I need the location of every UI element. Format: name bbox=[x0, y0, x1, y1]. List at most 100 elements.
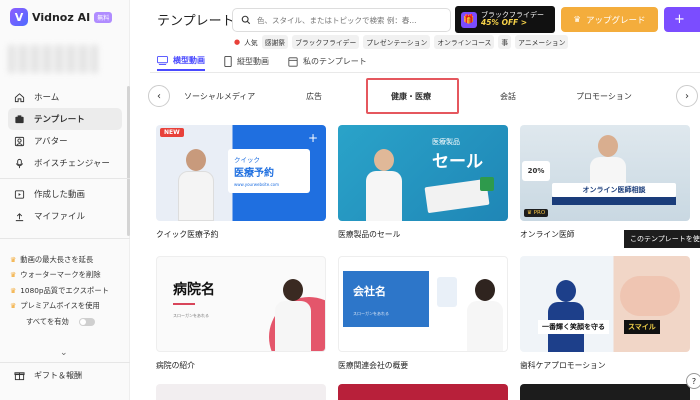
title-panel: 会社名 スローガンをあれる bbox=[343, 271, 429, 327]
tag[interactable]: アニメーション bbox=[515, 35, 569, 49]
enable-all-toggle[interactable] bbox=[78, 318, 95, 326]
template-card[interactable]: 20% オンライン医師相談 ♛ PRO オンライン医師 bbox=[520, 125, 690, 240]
premium-features: ♛ 動画の最大長さを延長 ♛ ウォーターマークを削除 ♛ 1080p品質でエクスポート… bbox=[10, 252, 125, 330]
template-card[interactable]: NEW クイック 医療予約 www.yourwebsite.com + クイック… bbox=[156, 125, 326, 240]
template-card[interactable]: 医療製品 セール 医療製品のセール bbox=[338, 125, 508, 240]
black-friday-banner[interactable]: 🎁 ブラックフライデー 45% OFF > bbox=[455, 6, 555, 33]
upgrade-label: アップグレード bbox=[586, 15, 646, 26]
promo-line1: クイック bbox=[234, 156, 260, 164]
tab-horizontal[interactable]: 横型動画 bbox=[157, 52, 205, 71]
template-card[interactable]: 会社名 スローガンをあれる 医療関連会社の概要 bbox=[338, 256, 508, 371]
feature-item[interactable]: ♛ ウォーターマークを削除 bbox=[10, 268, 125, 284]
tag[interactable]: オンラインコース bbox=[434, 35, 495, 49]
category-conversation[interactable]: 会話 bbox=[500, 91, 516, 102]
upload-icon bbox=[15, 212, 24, 221]
promo-line1: 一番輝く笑顔を守る bbox=[538, 320, 609, 334]
template-title: 歯科ケアプロモーション bbox=[520, 361, 606, 370]
upgrade-button[interactable]: ♛ アップグレード bbox=[561, 7, 658, 32]
popular-tags: ● 人気 感謝祭 ブラックフライデー プレゼンテーション オンラインコース 事 … bbox=[234, 35, 569, 49]
category-bar: ‹ ソーシャルメディア 広告 健康・医療 会話 プロモーション › bbox=[146, 78, 700, 114]
sidebar-nav-secondary: 作成した動画 マイファイル bbox=[8, 183, 122, 227]
sidebar-divider bbox=[0, 362, 130, 363]
template-thumbnail-partial[interactable] bbox=[338, 384, 508, 400]
sidebar-item-my-videos[interactable]: 作成した動画 bbox=[8, 183, 122, 205]
create-button[interactable]: + bbox=[664, 7, 700, 32]
search-box[interactable] bbox=[232, 8, 451, 32]
template-title: 病院の紹介 bbox=[156, 361, 195, 370]
tag[interactable]: ブラックフライデー bbox=[292, 35, 360, 49]
free-badge: 無料 bbox=[94, 11, 113, 23]
sidebar-item-voice-changer[interactable]: ボイスチェンジャー bbox=[8, 152, 122, 174]
crown-icon: ♛ bbox=[573, 14, 582, 25]
my-template-icon bbox=[288, 56, 298, 67]
doctor-avatar-image bbox=[178, 149, 214, 221]
template-thumbnail-partial[interactable] bbox=[156, 384, 326, 400]
chevron-down-icon[interactable]: ⌄ bbox=[60, 348, 68, 358]
search-input[interactable] bbox=[257, 15, 447, 25]
crown-icon: ♛ bbox=[10, 302, 17, 311]
avatar-icon bbox=[14, 136, 25, 146]
category-health-medical[interactable]: 健康・医療 bbox=[391, 91, 431, 102]
tag[interactable]: 感謝祭 bbox=[261, 35, 289, 49]
feature-item[interactable]: ♛ プレミアムボイスを使用 bbox=[10, 299, 125, 315]
sidebar-item-label: アバター bbox=[34, 137, 68, 147]
template-thumbnail[interactable]: 一番輝く笑顔を守る スマイル bbox=[520, 256, 690, 352]
discount-badge: 20% bbox=[522, 161, 550, 181]
new-badge: NEW bbox=[160, 128, 184, 137]
nurse-avatar-image bbox=[275, 279, 311, 351]
tag[interactable]: プレゼンテーション bbox=[363, 35, 431, 49]
chevron-right-icon[interactable]: › bbox=[676, 85, 698, 107]
chevron-left-icon[interactable]: ‹ bbox=[148, 85, 170, 107]
app-logo[interactable]: V Vidnoz AI 無料 bbox=[10, 8, 113, 26]
sidebar-item-avatar[interactable]: アバター bbox=[8, 130, 122, 152]
feature-item[interactable]: ♛ 動画の最大長さを延長 bbox=[10, 252, 125, 268]
sidebar-item-my-files[interactable]: マイファイル bbox=[8, 205, 122, 227]
logo-icon: V bbox=[10, 8, 28, 26]
template-card[interactable]: 病院名 スローガンをあれる 病院の紹介 bbox=[156, 256, 326, 371]
template-thumbnail[interactable]: 20% オンライン医師相談 ♛ PRO bbox=[520, 125, 690, 221]
tabs-divider bbox=[150, 72, 700, 73]
product-badge bbox=[480, 177, 494, 191]
fire-icon: ● bbox=[234, 38, 241, 46]
sidebar: V Vidnoz AI 無料 ホーム テンプレート アバター ボイスチェンジャー… bbox=[0, 0, 130, 400]
sidebar-item-label: テンプレート bbox=[34, 115, 85, 125]
feature-label: 1080p品質でエクスポート bbox=[20, 285, 109, 295]
sidebar-item-home[interactable]: ホーム bbox=[8, 86, 122, 108]
template-card[interactable]: 一番輝く笑顔を守る スマイル 歯科ケアプロモーション bbox=[520, 256, 690, 371]
feature-label: プレミアムボイスを使用 bbox=[20, 301, 100, 311]
promo-url: www.yourwebsite.com bbox=[234, 182, 280, 187]
feature-item[interactable]: ♛ 1080p品質でエクスポート bbox=[10, 283, 125, 299]
tag[interactable]: 事 bbox=[498, 35, 512, 49]
feature-label: 動画の最大長さを延長 bbox=[20, 254, 94, 264]
template-thumbnail[interactable]: 医療製品 セール bbox=[338, 125, 508, 221]
template-thumbnail-partial[interactable] bbox=[520, 384, 690, 400]
format-tabs: 横型動画 縦型動画 私のテンプレート bbox=[157, 52, 386, 71]
user-account-blurred[interactable] bbox=[8, 45, 98, 73]
template-title: 医療製品のセール bbox=[338, 230, 401, 239]
template-icon bbox=[15, 114, 24, 123]
app-name: Vidnoz AI bbox=[32, 10, 91, 24]
template-thumbnail[interactable]: 会社名 スローガンをあれる bbox=[338, 256, 508, 352]
sidebar-divider bbox=[0, 178, 130, 179]
home-icon bbox=[14, 92, 25, 102]
category-promotion[interactable]: プロモーション bbox=[576, 91, 632, 102]
smile-image bbox=[620, 276, 680, 316]
promo-line2: スマイル bbox=[624, 320, 660, 334]
tab-my-templates[interactable]: 私のテンプレート bbox=[288, 52, 367, 71]
consult-info-bar bbox=[552, 197, 676, 205]
template-thumbnail[interactable]: NEW クイック 医療予約 www.yourwebsite.com + bbox=[156, 125, 326, 221]
sidebar-item-label: 作成した動画 bbox=[34, 190, 86, 200]
category-ads[interactable]: 広告 bbox=[306, 91, 322, 102]
sidebar-item-templates[interactable]: テンプレート bbox=[8, 108, 122, 130]
sidebar-scrollbar[interactable] bbox=[127, 86, 130, 236]
gift-rewards-item[interactable]: ギフト＆報酬 bbox=[14, 370, 82, 381]
help-icon[interactable]: ? bbox=[686, 373, 700, 389]
tab-vertical[interactable]: 縦型動画 bbox=[224, 52, 269, 71]
bf-discount: 45% OFF > bbox=[481, 18, 528, 28]
dentist-avatar-image bbox=[548, 280, 584, 352]
template-thumbnail[interactable]: 病院名 スローガンをあれる bbox=[156, 256, 326, 352]
category-social-media[interactable]: ソーシャルメディア bbox=[184, 91, 255, 102]
crown-icon: ♛ bbox=[10, 286, 17, 295]
sidebar-item-label: ホーム bbox=[34, 93, 60, 103]
sidebar-nav: ホーム テンプレート アバター ボイスチェンジャー bbox=[8, 86, 122, 174]
